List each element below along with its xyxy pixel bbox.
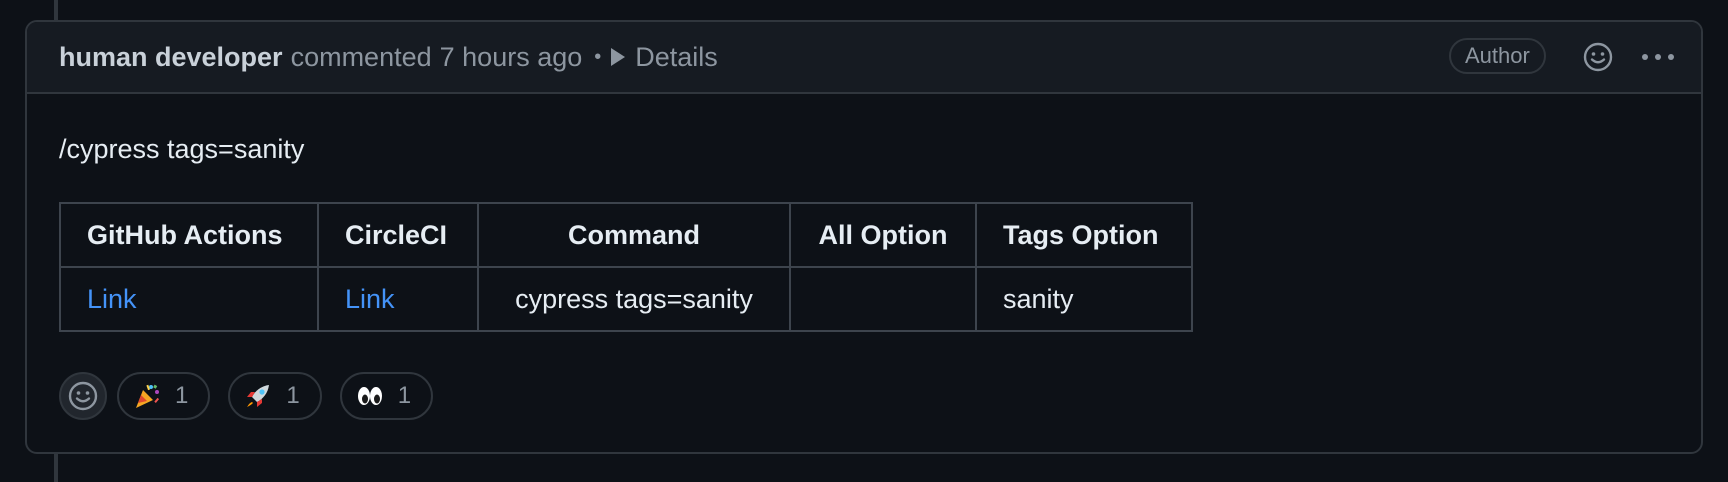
table-row: Link Link cypress tags=sanity sanity xyxy=(59,266,1193,332)
eyes-icon xyxy=(356,382,384,410)
table-cell-github-actions: Link xyxy=(59,266,319,332)
comment-header: human developer commented 7 hours ago • … xyxy=(27,22,1701,94)
reaction-count: 1 xyxy=(175,382,189,409)
circleci-link[interactable]: Link xyxy=(345,284,395,314)
table-cell-tags-option: sanity xyxy=(975,266,1193,332)
details-label: Details xyxy=(635,41,718,72)
reaction-count: 1 xyxy=(397,382,412,409)
table-header-row: GitHub Actions CircleCI Command All Opti… xyxy=(59,202,1193,268)
table-header-github-actions: GitHub Actions xyxy=(59,202,319,268)
comment-header-meta: human developer commented 7 hours ago • … xyxy=(59,22,718,92)
table-cell-command: cypress tags=sanity xyxy=(477,266,791,332)
table-cell-all-option xyxy=(789,266,977,332)
ci-table: GitHub Actions CircleCI Command All Opti… xyxy=(59,202,1193,332)
smiley-icon xyxy=(1583,42,1613,72)
rocket-icon xyxy=(244,382,272,410)
separator-dot: • xyxy=(594,45,602,68)
reaction-hooray[interactable]: 1 xyxy=(117,372,211,420)
reaction-eyes[interactable]: 1 xyxy=(339,372,434,420)
table-header-all-option: All Option xyxy=(789,202,977,268)
details-toggle[interactable]: Details xyxy=(611,42,718,73)
add-reaction-button[interactable] xyxy=(59,372,107,420)
comment-action: commented xyxy=(290,41,432,72)
github-actions-link[interactable]: Link xyxy=(87,284,137,314)
more-options-button[interactable] xyxy=(1640,39,1676,75)
comment-timestamp[interactable]: 7 hours ago xyxy=(440,42,583,73)
table-header-command: Command xyxy=(477,202,791,268)
table-header-circleci: CircleCI xyxy=(317,202,479,268)
party-popper-icon xyxy=(133,382,161,410)
reactions-bar: 1 1 1 xyxy=(59,372,451,420)
add-reaction-header-button[interactable] xyxy=(1580,39,1616,75)
table-cell-circleci: Link xyxy=(317,266,479,332)
reaction-count: 1 xyxy=(286,382,300,409)
author-badge: Author xyxy=(1449,38,1546,74)
comment-card: human developer commented 7 hours ago • … xyxy=(25,20,1703,454)
table-header-tags-option: Tags Option xyxy=(975,202,1193,268)
comment-body-text: /cypress tags=sanity xyxy=(59,134,305,164)
smiley-icon xyxy=(68,381,98,411)
author-name-link[interactable]: human developer xyxy=(59,42,283,73)
kebab-horizontal-icon xyxy=(1642,54,1674,60)
caret-right-icon xyxy=(611,48,626,66)
reaction-rocket[interactable]: 1 xyxy=(228,372,322,420)
